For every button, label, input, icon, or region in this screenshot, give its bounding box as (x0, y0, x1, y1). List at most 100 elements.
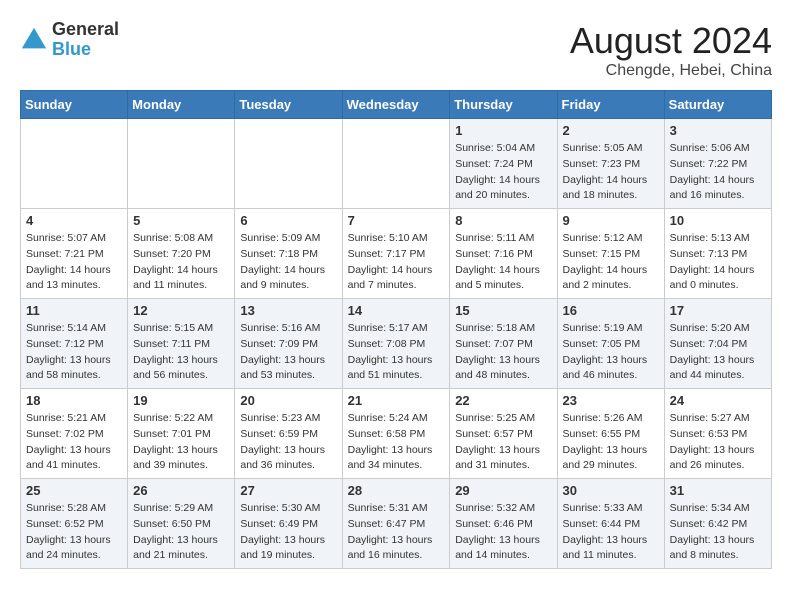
day-info: Sunrise: 5:34 AMSunset: 6:42 PMDaylight:… (670, 501, 766, 564)
day-info: Sunrise: 5:14 AMSunset: 7:12 PMDaylight:… (26, 321, 122, 384)
weekday-header-monday: Monday (128, 91, 235, 119)
calendar-day-cell: 10Sunrise: 5:13 AMSunset: 7:13 PMDayligh… (664, 209, 771, 299)
day-number: 1 (455, 123, 551, 138)
day-number: 23 (563, 393, 659, 408)
day-number: 29 (455, 483, 551, 498)
day-number: 7 (348, 213, 445, 228)
calendar-week-row: 11 Sunrise: 5:14 AMSunset: 7:12 PMDayligh… (21, 299, 772, 389)
calendar-day-cell: 30 Sunrise: 5:33 AMSunset: 6:44 PMDayligh… (557, 479, 664, 569)
day-number: 26 (133, 483, 229, 498)
day-number: 22 (455, 393, 551, 408)
day-info: Sunrise: 5:16 AMSunset: 7:09 PMDaylight:… (240, 321, 336, 384)
calendar-day-cell: 18Sunrise: 5:21 AMSunset: 7:02 PMDayligh… (21, 389, 128, 479)
day-number: 13 (240, 303, 336, 318)
day-info: Sunrise: 5:31 AMSunset: 6:47 PMDaylight:… (348, 501, 445, 564)
day-number: 30 (563, 483, 659, 498)
day-number: 10 (670, 213, 766, 228)
day-info: Sunrise: 5:09 AMSunset: 7:18 PMDaylight:… (240, 231, 336, 294)
day-info: Sunrise: 5:06 AMSunset: 7:22 PMDaylight:… (670, 141, 766, 204)
calendar-week-row: 4 Sunrise: 5:07 AMSunset: 7:21 PMDaylight… (21, 209, 772, 299)
logo: GeneralBlue (20, 20, 119, 60)
calendar-day-cell: 11 Sunrise: 5:14 AMSunset: 7:12 PMDayligh… (21, 299, 128, 389)
day-info: Sunrise: 5:15 AMSunset: 7:11 PMDaylight:… (133, 321, 229, 384)
month-title: August 2024 (570, 20, 772, 62)
logo-icon (20, 26, 48, 54)
day-number: 8 (455, 213, 551, 228)
day-info: Sunrise: 5:08 AMSunset: 7:20 PMDaylight:… (133, 231, 229, 294)
calendar-day-cell: 23Sunrise: 5:26 AMSunset: 6:55 PMDayligh… (557, 389, 664, 479)
day-number: 15 (455, 303, 551, 318)
day-info: Sunrise: 5:10 AMSunset: 7:17 PMDaylight:… (348, 231, 445, 294)
day-info: Sunrise: 5:18 AMSunset: 7:07 PMDaylight:… (455, 321, 551, 384)
calendar-day-cell: 14Sunrise: 5:17 AMSunset: 7:08 PMDayligh… (342, 299, 450, 389)
calendar-day-cell: 8 Sunrise: 5:11 AMSunset: 7:16 PMDaylight… (450, 209, 557, 299)
day-info: Sunrise: 5:30 AMSunset: 6:49 PMDaylight:… (240, 501, 336, 564)
day-number: 31 (670, 483, 766, 498)
day-info: Sunrise: 5:21 AMSunset: 7:02 PMDaylight:… (26, 411, 122, 474)
logo-text: GeneralBlue (52, 20, 119, 60)
day-info: Sunrise: 5:11 AMSunset: 7:16 PMDaylight:… (455, 231, 551, 294)
weekday-header-row: SundayMondayTuesdayWednesdayThursdayFrid… (21, 91, 772, 119)
day-info: Sunrise: 5:33 AMSunset: 6:44 PMDaylight:… (563, 501, 659, 564)
calendar-day-cell: 20 Sunrise: 5:23 AMSunset: 6:59 PMDayligh… (235, 389, 342, 479)
day-info: Sunrise: 5:32 AMSunset: 6:46 PMDaylight:… (455, 501, 551, 564)
calendar-day-cell: 21 Sunrise: 5:24 AMSunset: 6:58 PMDayligh… (342, 389, 450, 479)
weekday-header-tuesday: Tuesday (235, 91, 342, 119)
day-number: 16 (563, 303, 659, 318)
day-info: Sunrise: 5:07 AMSunset: 7:21 PMDaylight:… (26, 231, 122, 294)
weekday-header-sunday: Sunday (21, 91, 128, 119)
calendar-day-cell: 3 Sunrise: 5:06 AMSunset: 7:22 PMDaylight… (664, 119, 771, 209)
day-info: Sunrise: 5:24 AMSunset: 6:58 PMDaylight:… (348, 411, 445, 474)
day-info: Sunrise: 5:23 AMSunset: 6:59 PMDaylight:… (240, 411, 336, 474)
day-number: 20 (240, 393, 336, 408)
calendar-day-cell: 27Sunrise: 5:30 AMSunset: 6:49 PMDayligh… (235, 479, 342, 569)
day-info: Sunrise: 5:25 AMSunset: 6:57 PMDaylight:… (455, 411, 551, 474)
calendar-day-cell: 2Sunrise: 5:05 AMSunset: 7:23 PMDaylight… (557, 119, 664, 209)
day-number: 11 (26, 303, 122, 318)
day-number: 12 (133, 303, 229, 318)
day-number: 3 (670, 123, 766, 138)
day-number: 4 (26, 213, 122, 228)
calendar-day-cell: 25 Sunrise: 5:28 AMSunset: 6:52 PMDayligh… (21, 479, 128, 569)
calendar-day-cell: 31 Sunrise: 5:34 AMSunset: 6:42 PMDayligh… (664, 479, 771, 569)
logo-blue-text: Blue (52, 39, 91, 59)
calendar-day-cell: 22 Sunrise: 5:25 AMSunset: 6:57 PMDayligh… (450, 389, 557, 479)
calendar-day-cell: 17Sunrise: 5:20 AMSunset: 7:04 PMDayligh… (664, 299, 771, 389)
calendar-day-cell: 19 Sunrise: 5:22 AMSunset: 7:01 PMDayligh… (128, 389, 235, 479)
weekday-header-wednesday: Wednesday (342, 91, 450, 119)
day-number: 24 (670, 393, 766, 408)
calendar-week-row: 1 Sunrise: 5:04 AMSunset: 7:24 PMDaylight… (21, 119, 772, 209)
day-number: 21 (348, 393, 445, 408)
day-info: Sunrise: 5:22 AMSunset: 7:01 PMDaylight:… (133, 411, 229, 474)
calendar-day-cell: 1 Sunrise: 5:04 AMSunset: 7:24 PMDaylight… (450, 119, 557, 209)
page-header: GeneralBlue August 2024 Chengde, Hebei, … (20, 20, 772, 80)
calendar-day-cell (128, 119, 235, 209)
calendar-day-cell: 15 Sunrise: 5:18 AMSunset: 7:07 PMDayligh… (450, 299, 557, 389)
calendar-day-cell (235, 119, 342, 209)
day-number: 28 (348, 483, 445, 498)
calendar-day-cell: 5 Sunrise: 5:08 AMSunset: 7:20 PMDaylight… (128, 209, 235, 299)
calendar-table: SundayMondayTuesdayWednesdayThursdayFrid… (20, 90, 772, 569)
day-info: Sunrise: 5:17 AMSunset: 7:08 PMDaylight:… (348, 321, 445, 384)
day-number: 6 (240, 213, 336, 228)
day-info: Sunrise: 5:20 AMSunset: 7:04 PMDaylight:… (670, 321, 766, 384)
calendar-week-row: 25 Sunrise: 5:28 AMSunset: 6:52 PMDayligh… (21, 479, 772, 569)
calendar-day-cell: 12 Sunrise: 5:15 AMSunset: 7:11 PMDayligh… (128, 299, 235, 389)
calendar-day-cell: 24 Sunrise: 5:27 AMSunset: 6:53 PMDayligh… (664, 389, 771, 479)
calendar-day-cell (342, 119, 450, 209)
calendar-day-cell: 28 Sunrise: 5:31 AMSunset: 6:47 PMDayligh… (342, 479, 450, 569)
day-number: 5 (133, 213, 229, 228)
day-info: Sunrise: 5:19 AMSunset: 7:05 PMDaylight:… (563, 321, 659, 384)
calendar-day-cell: 16 Sunrise: 5:19 AMSunset: 7:05 PMDayligh… (557, 299, 664, 389)
title-area: August 2024 Chengde, Hebei, China (570, 20, 772, 80)
day-info: Sunrise: 5:05 AMSunset: 7:23 PMDaylight:… (563, 141, 659, 204)
location-text: Chengde, Hebei, China (570, 62, 772, 80)
day-number: 25 (26, 483, 122, 498)
calendar-week-row: 18Sunrise: 5:21 AMSunset: 7:02 PMDayligh… (21, 389, 772, 479)
day-number: 19 (133, 393, 229, 408)
day-info: Sunrise: 5:28 AMSunset: 6:52 PMDaylight:… (26, 501, 122, 564)
day-info: Sunrise: 5:04 AMSunset: 7:24 PMDaylight:… (455, 141, 551, 204)
day-info: Sunrise: 5:27 AMSunset: 6:53 PMDaylight:… (670, 411, 766, 474)
calendar-day-cell: 26Sunrise: 5:29 AMSunset: 6:50 PMDayligh… (128, 479, 235, 569)
calendar-day-cell (21, 119, 128, 209)
